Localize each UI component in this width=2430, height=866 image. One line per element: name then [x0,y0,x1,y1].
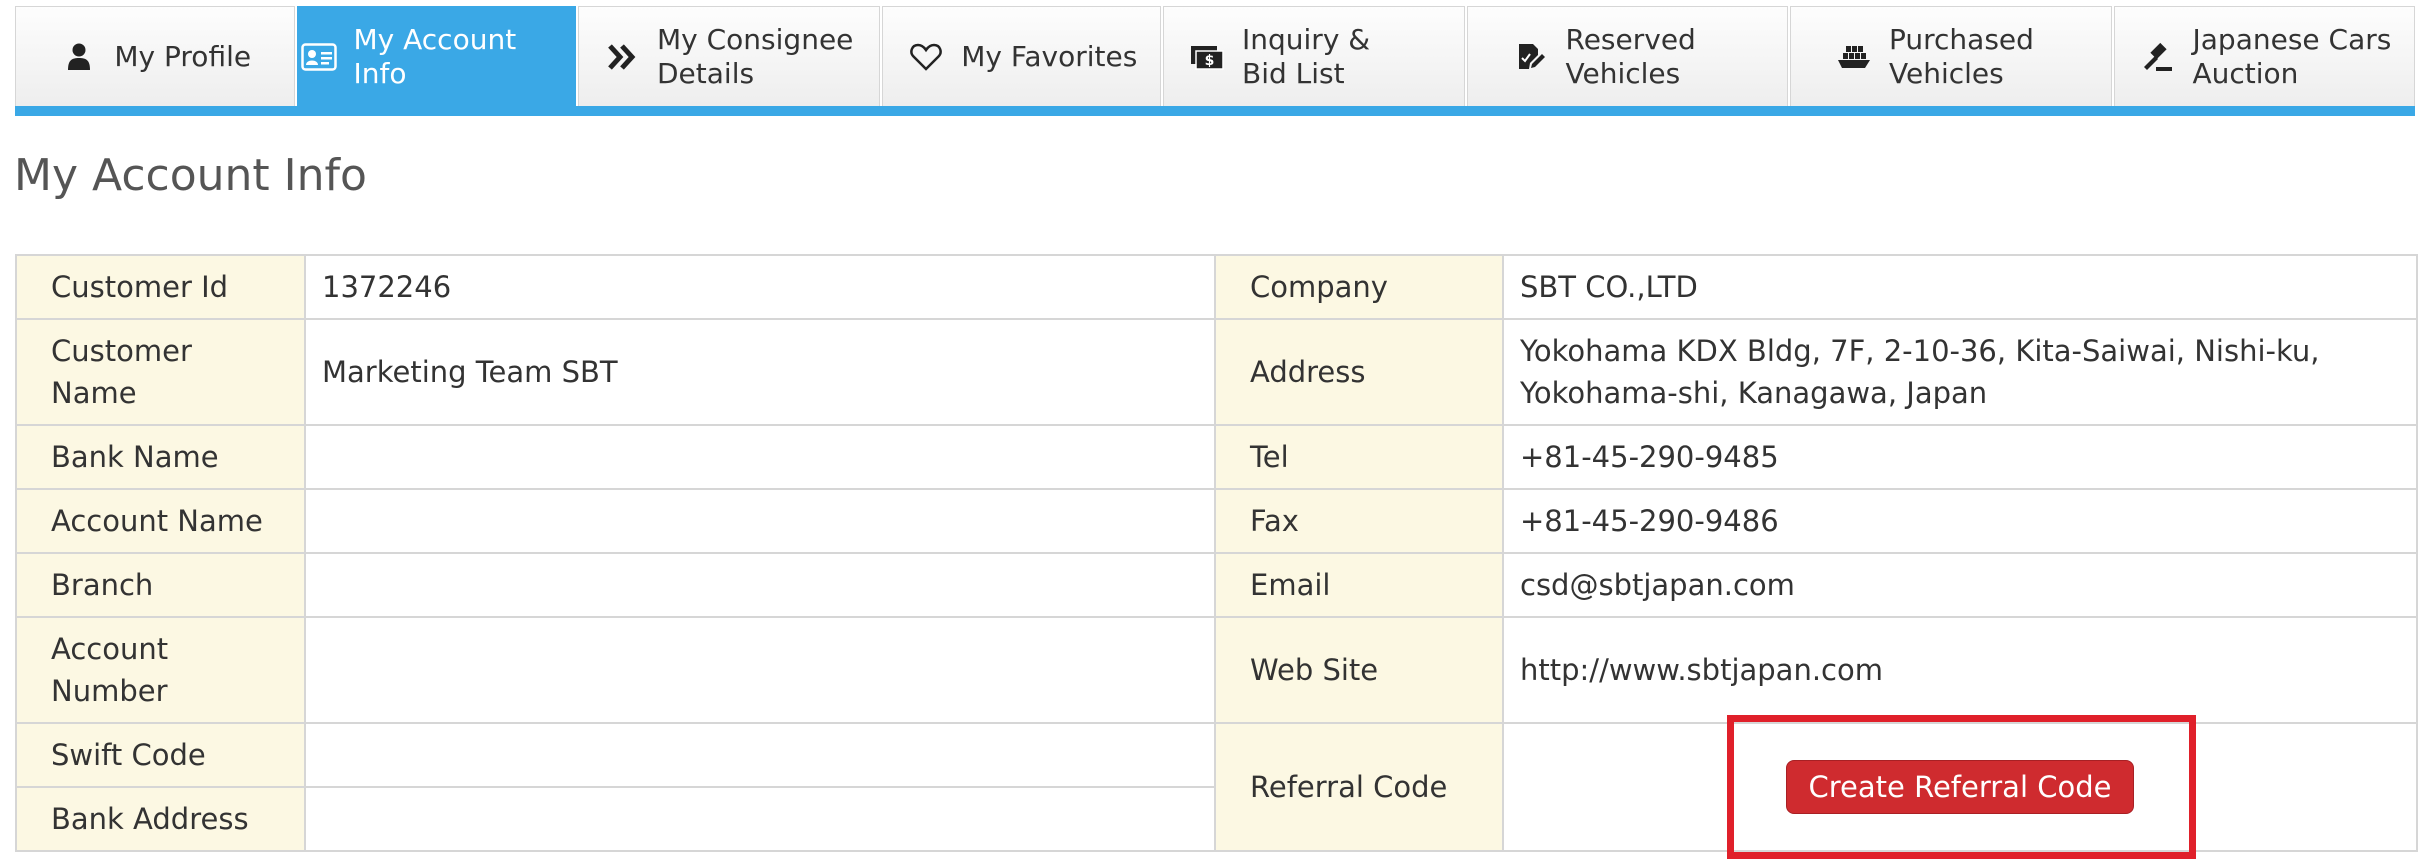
table-row: Branch Email csd@sbtjapan.com [15,552,2418,618]
fax-value: +81-45-290-9486 [1502,488,2418,554]
website-value: http://www.sbtjapan.com [1502,616,2418,724]
table-row: Account Number Web Site http://www.sbtja… [15,616,2418,724]
customer-id-value: 1372246 [304,254,1216,320]
page-title: My Account Info [14,150,367,201]
table-row: Account Name Fax +81-45-290-9486 [15,488,2418,554]
customer-name-label: Customer Name [15,318,306,426]
user-icon [58,39,100,75]
tab-label: Purchased Vehicles [1889,22,2034,90]
tel-value: +81-45-290-9485 [1502,424,2418,490]
page: My Profile My Account Info My Consignee … [0,0,2430,866]
tab-label: Japanese Cars Auction [2192,22,2392,90]
account-number-value [304,616,1216,724]
referral-code-cell: Create Referral Code [1502,722,2418,852]
website-label: Web Site [1214,616,1504,724]
tab-label: Reserved Vehicles [1565,22,1696,90]
tab-my-profile[interactable]: My Profile [15,6,295,106]
id-card-icon [298,39,340,75]
swift-code-value [304,722,1216,788]
heart-icon [905,39,947,75]
tab-reserved-vehicles[interactable]: Reserved Vehicles [1466,6,1788,106]
email-value: csd@sbtjapan.com [1502,552,2418,618]
double-chevron-right-icon [601,39,643,75]
bank-name-label: Bank Name [15,424,306,490]
tab-label: My Consignee Details [657,22,854,90]
company-label: Company [1214,254,1504,320]
tab-bar: My Profile My Account Info My Consignee … [15,6,2415,116]
referral-code-label: Referral Code [1214,722,1504,852]
tab-purchased-vehicles[interactable]: Purchased Vehicles [1790,6,2112,106]
create-referral-code-button[interactable]: Create Referral Code [1785,760,2135,814]
ship-icon [1833,39,1875,75]
company-value: SBT CO.,LTD [1502,254,2418,320]
tel-label: Tel [1214,424,1504,490]
tab-label: My Account Info [353,22,517,90]
account-name-value [304,488,1216,554]
swift-code-label: Swift Code [15,722,306,788]
table-row: Bank Name Tel +81-45-290-9485 [15,424,2418,490]
fax-label: Fax [1214,488,1504,554]
branch-label: Branch [15,552,306,618]
table-row: Swift Code Referral Code Create Referral… [15,722,2418,852]
account-name-label: Account Name [15,488,306,554]
table-row: Customer Id 1372246 Company SBT CO.,LTD [15,254,2418,320]
bank-address-value [304,786,1216,852]
money-icon: $ [1186,39,1228,75]
edit-document-icon [1510,39,1552,75]
customer-id-label: Customer Id [15,254,306,320]
account-info-table: Customer Id 1372246 Company SBT CO.,LTD … [15,254,2418,852]
tab-my-favorites[interactable]: My Favorites [881,6,1161,106]
bank-address-label: Bank Address [15,786,306,852]
table-row: Customer Name Marketing Team SBT Address… [15,318,2418,426]
email-label: Email [1214,552,1504,618]
customer-name-value: Marketing Team SBT [304,318,1216,426]
tab-my-account-info[interactable]: My Account Info [296,6,576,106]
svg-text:$: $ [1205,53,1215,69]
tab-label: Inquiry & Bid List [1242,22,1371,90]
branch-value [304,552,1216,618]
account-number-label: Account Number [15,616,306,724]
tab-label: My Profile [114,39,252,73]
address-label: Address [1214,318,1504,426]
bank-name-value [304,424,1216,490]
tab-japanese-cars-auction[interactable]: Japanese Cars Auction [2113,6,2415,106]
gavel-icon [2137,39,2179,75]
tab-label: My Favorites [961,39,1138,73]
tab-my-consignee-details[interactable]: My Consignee Details [578,6,880,106]
tab-inquiry-bid-list[interactable]: $ Inquiry & Bid List [1163,6,1465,106]
address-value: Yokohama KDX Bldg, 7F, 2-10-36, Kita-Sai… [1502,318,2418,426]
